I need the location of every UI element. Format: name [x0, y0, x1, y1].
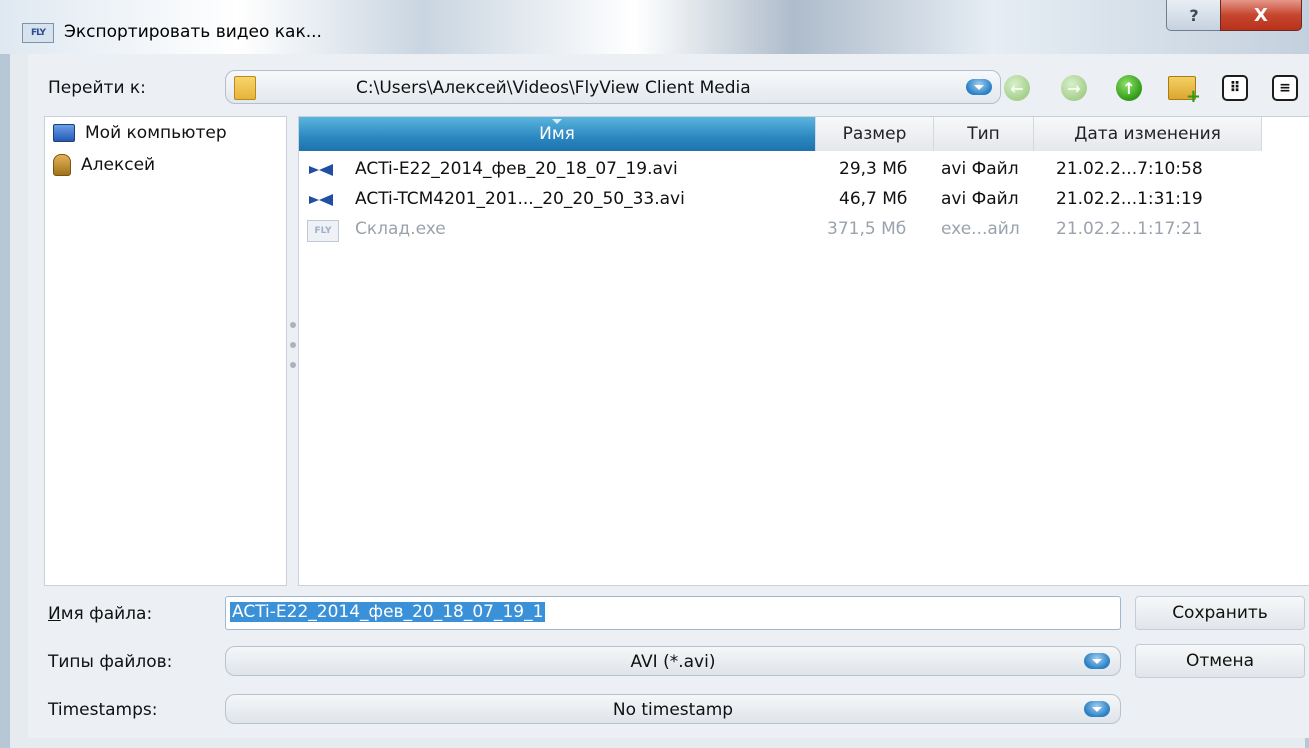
detail-view-button[interactable]: ≡ [1271, 74, 1299, 102]
up-arrow-icon: ↑ [1116, 75, 1142, 101]
chevron-down-icon[interactable] [1084, 701, 1110, 717]
file-date: 21.02.2...7:10:58 [1056, 159, 1203, 179]
sidebar-item-label: Алексей [81, 155, 156, 175]
filename-input[interactable]: ACTi-E22_2014_фев_20_18_07_19_1 [225, 596, 1121, 630]
timestamps-value: No timestamp [612, 700, 734, 720]
back-arrow-icon: ← [1004, 75, 1030, 101]
file-type: avi Файл [941, 189, 1019, 209]
file-date: 21.02.2...1:17:21 [1056, 219, 1203, 239]
sidebar-item-user[interactable]: Алексей [53, 153, 155, 177]
file-type: exe...айл [941, 219, 1020, 239]
column-header-name[interactable]: Имя [299, 117, 816, 151]
file-name: ACTi-E22_2014_фев_20_18_07_19.avi [355, 159, 678, 179]
timestamps-label: Timestamps: [48, 700, 158, 720]
exe-file-icon: FLY [307, 220, 339, 242]
splitter-handle[interactable] [290, 322, 296, 372]
app-logo-icon: FLY [22, 23, 54, 43]
table-row[interactable]: ACTi-E22_2014_фев_20_18_07_19.avi 29,3 М… [299, 155, 1309, 185]
sidebar-item-label: Мой компьютер [85, 123, 227, 143]
new-folder-icon [1168, 76, 1201, 107]
file-size: 46,7 Мб [839, 189, 908, 209]
file-name: ACTi-TCM4201_201..._20_20_50_33.avi [355, 189, 685, 209]
chevron-down-icon[interactable] [966, 79, 992, 95]
file-size: 371,5 Мб [827, 219, 907, 239]
filetype-value: AVI (*.avi) [630, 652, 716, 672]
close-button[interactable]: X [1220, 0, 1302, 31]
column-header-size[interactable]: Размер [816, 117, 934, 151]
save-button[interactable]: Сохранить [1135, 596, 1305, 630]
window-title: Экспортировать видео как... [64, 22, 322, 42]
video-file-icon [309, 194, 335, 206]
video-file-icon [309, 164, 335, 176]
path-text: C:\Users\Алексей\Videos\FlyView Client M… [356, 78, 751, 98]
list-view-icon: ≡ [1272, 75, 1298, 101]
title-bar[interactable]: FLY Экспортировать видео как... ? X [0, 0, 1309, 54]
forward-arrow-icon: → [1061, 75, 1087, 101]
export-dialog: FLY Экспортировать видео как... ? X Пере… [0, 0, 1309, 748]
column-header-date[interactable]: Дата изменения [1034, 117, 1262, 151]
forward-button[interactable]: → [1060, 74, 1088, 102]
path-combobox[interactable]: C:\Users\Алексей\Videos\FlyView Client M… [225, 70, 1001, 104]
sidebar-item-my-computer[interactable]: Мой компьютер [53, 121, 227, 145]
filetype-select[interactable]: AVI (*.avi) [225, 646, 1121, 676]
back-button[interactable]: ← [1003, 74, 1031, 102]
folder-icon [234, 76, 256, 100]
table-row[interactable]: ACTi-TCM4201_201..._20_20_50_33.avi 46,7… [299, 185, 1309, 215]
cancel-button[interactable]: Отмена [1135, 644, 1305, 678]
column-header-type[interactable]: Тип [934, 117, 1034, 151]
icon-view-button[interactable]: ⠿ [1221, 74, 1249, 102]
goto-label: Перейти к: [48, 78, 146, 98]
filename-label: Имя файла: [48, 604, 153, 624]
file-list-header: Имя Размер Тип Дата изменения [299, 117, 1309, 151]
file-size: 29,3 Мб [839, 159, 908, 179]
help-button[interactable]: ? [1166, 0, 1222, 31]
computer-icon [53, 124, 75, 142]
grid-view-icon: ⠿ [1222, 75, 1248, 101]
file-type: avi Файл [941, 159, 1019, 179]
new-folder-button[interactable] [1168, 74, 1201, 107]
file-name: Склад.exe [355, 219, 446, 239]
places-sidebar: Мой компьютер Алексей [44, 116, 287, 586]
dialog-content: Перейти к: C:\Users\Алексей\Videos\FlyVi… [28, 54, 1309, 738]
up-folder-button[interactable]: ↑ [1115, 74, 1143, 102]
user-folder-icon [53, 154, 71, 176]
chevron-down-icon[interactable] [1084, 653, 1110, 669]
filetype-label: Типы файлов: [48, 652, 173, 672]
filename-selected-text: ACTi-E22_2014_фев_20_18_07_19_1 [230, 602, 546, 622]
timestamps-select[interactable]: No timestamp [225, 694, 1121, 724]
table-row[interactable]: FLY Склад.exe 371,5 Мб exe...айл 21.02.2… [299, 215, 1309, 245]
file-list[interactable]: Имя Размер Тип Дата изменения ACTi-E22_2… [298, 116, 1309, 586]
file-date: 21.02.2...1:31:19 [1056, 189, 1203, 209]
